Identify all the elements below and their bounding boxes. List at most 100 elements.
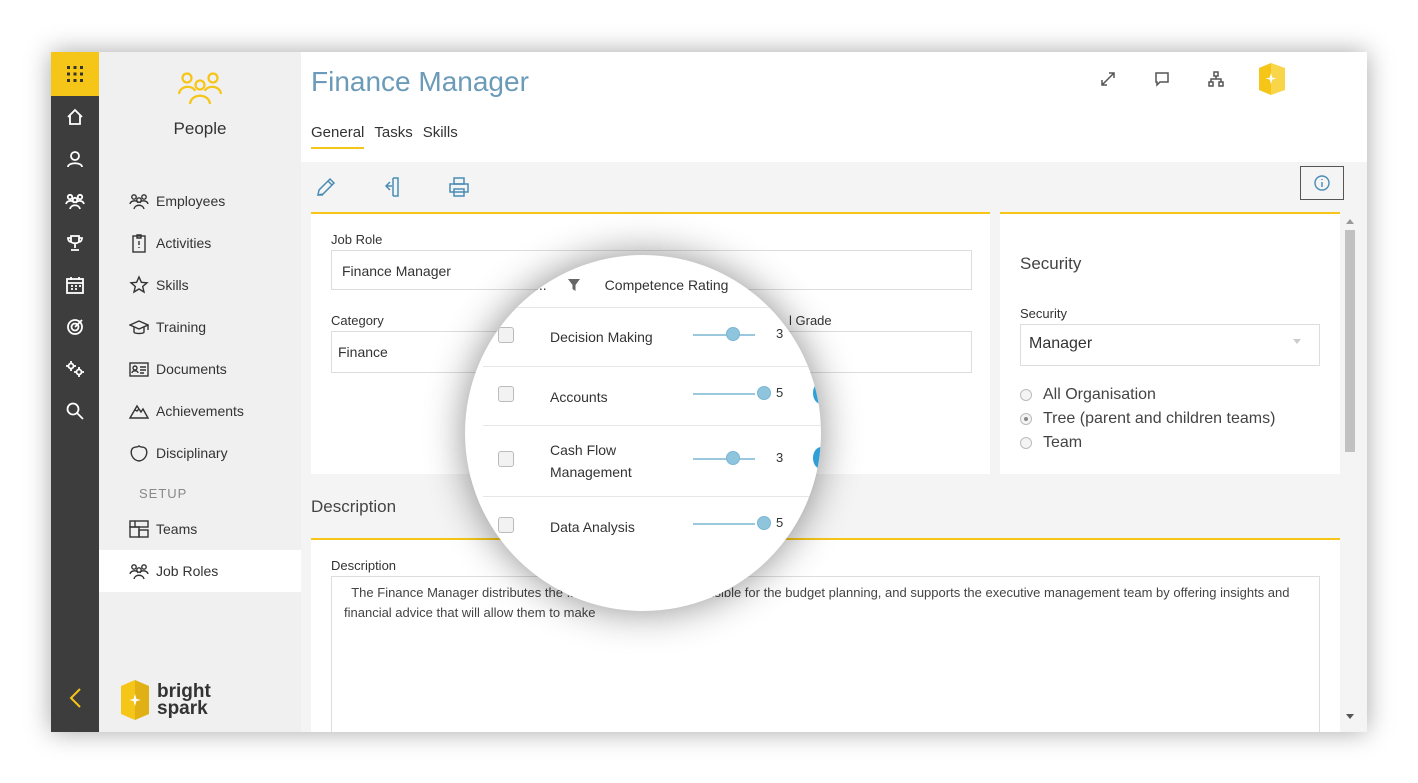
rating-slider-track[interactable]	[693, 393, 755, 395]
row-checkbox[interactable]	[498, 451, 514, 467]
tab-skills[interactable]: Skills	[423, 124, 458, 149]
radio-team[interactable]: Team	[1020, 434, 1082, 452]
nav-item-disciplinary[interactable]: Disciplinary	[99, 432, 301, 474]
row-checkbox[interactable]	[498, 517, 514, 533]
trophy-icon	[67, 235, 83, 251]
rating-slider-handle[interactable]	[757, 386, 771, 400]
rating-value: 5	[776, 515, 784, 530]
column-header-competence-rating[interactable]: Competence Rating	[605, 277, 729, 293]
status-indicator	[813, 382, 821, 404]
star-icon	[129, 275, 149, 294]
exit-icon	[384, 177, 399, 197]
rating-slider-track[interactable]	[693, 334, 755, 336]
tab-general[interactable]: General	[311, 124, 365, 149]
print-button[interactable]	[444, 172, 474, 202]
competence-row[interactable]: Decision Making 3	[483, 307, 821, 366]
nav-item-employees[interactable]: Employees	[99, 180, 301, 222]
description-label: Description	[331, 558, 397, 573]
shield-icon	[130, 445, 148, 462]
rail-home[interactable]	[51, 96, 99, 138]
radio-control[interactable]	[1020, 389, 1032, 401]
row-checkbox[interactable]	[498, 327, 514, 343]
edit-button[interactable]	[311, 172, 341, 202]
nav-item-training[interactable]: Training	[99, 306, 301, 348]
nav-item-label: Teams	[156, 521, 198, 537]
tab-tasks[interactable]: Tasks	[374, 124, 412, 149]
brand-line-2: spark	[157, 698, 208, 719]
security-heading: Security	[1020, 254, 1082, 273]
side-nav: People Employees Activities Skills Train…	[99, 52, 301, 732]
rail-person[interactable]	[51, 138, 99, 180]
rail-settings[interactable]	[51, 348, 99, 390]
competence-name: Decision Making	[550, 329, 653, 345]
rating-slider-handle[interactable]	[726, 451, 740, 465]
scroll-up-icon[interactable]	[1346, 218, 1354, 224]
security-select[interactable]: Manager	[1020, 324, 1320, 366]
person-icon	[67, 151, 83, 168]
rating-value: 3	[776, 450, 784, 465]
search-icon	[66, 402, 84, 420]
rail-calendar[interactable]	[51, 264, 99, 306]
nav-item-job-roles[interactable]: Job Roles	[99, 550, 301, 592]
nav-item-label: Disciplinary	[156, 445, 228, 461]
exit-button[interactable]	[377, 172, 407, 202]
competence-list: ... Competence Rating Decision Making 3 …	[465, 255, 821, 611]
radio-label: Team	[1043, 434, 1083, 451]
security-card: Security Security Manager All Organisati…	[1000, 212, 1340, 474]
rating-value: 5	[776, 385, 784, 400]
nav-item-documents[interactable]: Documents	[99, 348, 301, 390]
rating-slider-track[interactable]	[693, 458, 755, 460]
rail-target[interactable]	[51, 306, 99, 348]
nav-item-skills[interactable]: Skills	[99, 264, 301, 306]
nav-item-achievements[interactable]: Achievements	[99, 390, 301, 432]
rating-slider-handle[interactable]	[726, 327, 740, 341]
competence-row[interactable]: Data Analysis 5	[483, 496, 821, 556]
row-checkbox[interactable]	[498, 386, 514, 402]
nav-item-label: Documents	[156, 361, 227, 377]
apps-grid-button[interactable]	[51, 52, 99, 96]
nav-item-label: Training	[156, 319, 207, 335]
chat-button[interactable]	[1149, 66, 1175, 92]
expand-button[interactable]	[1095, 66, 1121, 92]
org-icon	[129, 520, 149, 538]
competence-row[interactable]: Cash Flow Management 3	[483, 425, 821, 496]
filter-icon[interactable]	[567, 278, 581, 292]
scrollbar-thumb[interactable]	[1345, 230, 1355, 452]
radio-label: Tree (parent and children teams)	[1043, 410, 1276, 427]
nav-item-teams[interactable]: Teams	[99, 508, 301, 550]
rail-search[interactable]	[51, 390, 99, 432]
radio-tree[interactable]: Tree (parent and children teams)	[1020, 410, 1275, 428]
rating-slider-handle[interactable]	[757, 516, 771, 530]
brightspark-logo-icon	[1259, 63, 1285, 95]
chat-icon	[1155, 72, 1169, 87]
info-button[interactable]	[1300, 166, 1344, 200]
org-chart-button[interactable]	[1203, 66, 1229, 92]
scroll-down-icon[interactable]	[1346, 714, 1354, 720]
header-actions	[1067, 62, 1287, 96]
app-title: People	[173, 119, 227, 138]
rail-people[interactable]	[51, 180, 99, 222]
page-header: Finance Manager General Tasks Skills	[301, 52, 1367, 162]
nav-item-label: Skills	[156, 277, 189, 293]
radio-all-organisation[interactable]: All Organisation	[1020, 386, 1156, 404]
nav-item-activities[interactable]: Activities	[99, 222, 301, 264]
pencil-icon	[317, 177, 336, 196]
radio-control[interactable]	[1020, 437, 1032, 449]
nav-items: Employees Activities Skills Training Doc…	[99, 180, 301, 592]
printer-icon	[449, 177, 469, 197]
brand-badge[interactable]	[1257, 62, 1287, 96]
calendar-icon	[66, 277, 84, 294]
rating-slider-track[interactable]	[693, 523, 755, 525]
people-icon	[65, 193, 85, 210]
setup-section-label: SETUP	[139, 486, 188, 501]
magnifier-lens: ... Competence Rating Decision Making 3 …	[465, 255, 821, 611]
security-select-value: Manager	[1029, 335, 1093, 352]
rail-trophy[interactable]	[51, 222, 99, 264]
people-icon	[129, 194, 149, 210]
nav-item-label: Job Roles	[156, 563, 219, 579]
collapse-button[interactable]	[51, 678, 99, 718]
radio-label: All Organisation	[1043, 386, 1156, 403]
main-scrollbar[interactable]	[1343, 214, 1357, 724]
competence-row[interactable]: Accounts 5	[483, 366, 821, 425]
radio-control[interactable]	[1020, 413, 1032, 425]
